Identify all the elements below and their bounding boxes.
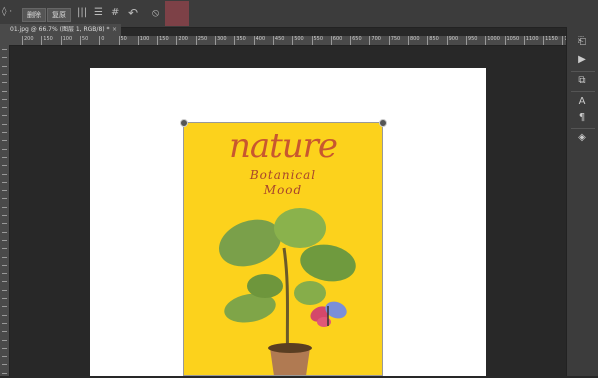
document-tab-title: 01.jpg @ 66.7% (图层 1, RGB/8) * xyxy=(10,26,110,33)
ruler-tick xyxy=(2,322,7,324)
ruler-tick xyxy=(2,264,7,266)
ruler-tick: 250 xyxy=(195,36,207,45)
ruler-tick: 900 xyxy=(446,36,458,45)
ruler-tick: 400 xyxy=(253,36,265,45)
ruler-tick xyxy=(2,156,7,158)
ruler-tick: 800 xyxy=(408,36,420,45)
ruler-tick xyxy=(2,107,7,109)
grid-lines-icon[interactable]: ||| xyxy=(77,7,87,19)
vertical-ruler[interactable] xyxy=(0,45,10,376)
tool-preset-dropdown[interactable]: ◊ · xyxy=(2,7,12,17)
horizontal-ruler[interactable]: 200 150 100 50 0 50 100 150 200 250 300 350 400 450 50… xyxy=(0,36,566,46)
ruler-tick xyxy=(2,298,7,299)
ruler-tick xyxy=(2,364,7,366)
panel-separator xyxy=(571,91,595,92)
ruler-tick: 450 xyxy=(272,36,284,45)
ruler-tick: 50 xyxy=(79,36,88,45)
layers-icon[interactable]: ⧉ xyxy=(575,74,589,88)
ruler-tick xyxy=(2,206,7,208)
transform-handle-top-left[interactable] xyxy=(180,119,188,127)
ruler-tick xyxy=(2,132,7,133)
ruler-tick: 350 xyxy=(234,36,246,45)
ruler-tick xyxy=(2,140,7,142)
undo-icon[interactable]: ↶ xyxy=(128,7,138,19)
ruler-tick xyxy=(2,215,7,216)
ruler-tick xyxy=(2,347,7,349)
delete-button[interactable]: 删除 xyxy=(22,8,46,22)
ruler-tick: 1050 xyxy=(504,36,519,45)
ruler-tick: 850 xyxy=(427,36,439,45)
ruler-tick: 700 xyxy=(369,36,381,45)
ruler-tick xyxy=(2,165,7,167)
ruler-tick: 750 xyxy=(388,36,400,45)
ruler-tick xyxy=(2,372,7,374)
grid-icon[interactable]: # xyxy=(111,7,119,19)
cancel-icon[interactable]: ⦸ xyxy=(152,7,159,19)
character-icon[interactable]: A xyxy=(575,95,589,109)
history-icon[interactable]: ⎗ xyxy=(575,35,589,49)
ruler-tick xyxy=(2,273,7,275)
ruler-tick: 100 xyxy=(137,36,149,45)
ruler-tick xyxy=(2,115,7,117)
ruler-tick xyxy=(2,339,7,341)
ruler-tick: 300 xyxy=(215,36,227,45)
play-icon[interactable]: ▶ xyxy=(575,53,589,67)
ruler-tick xyxy=(2,289,7,291)
ruler-tick: 550 xyxy=(311,36,323,45)
ruler-tick xyxy=(2,314,7,316)
ruler-tick xyxy=(2,49,7,50)
right-panel-dock: ⎗ ▶ ⧉ A ¶ ◈ xyxy=(566,27,598,376)
ruler-tick: 1100 xyxy=(523,36,539,45)
ruler-tick: 50 xyxy=(118,36,127,45)
reset-button[interactable]: 复原 xyxy=(47,8,71,22)
close-icon[interactable]: × xyxy=(112,24,117,36)
document-tab[interactable]: 01.jpg @ 66.7% (图层 1, RGB/8) * × xyxy=(0,24,121,36)
transform-bounding-box[interactable] xyxy=(183,122,383,376)
ruler-tick xyxy=(2,173,7,175)
ruler-tick xyxy=(2,98,7,100)
ruler-tick xyxy=(2,306,7,308)
ruler-tick xyxy=(2,256,7,258)
ruler-tick: 1000 xyxy=(485,36,500,45)
panel-separator xyxy=(571,71,595,72)
ruler-tick: 100 xyxy=(60,36,72,45)
adjust-icon[interactable]: ◈ xyxy=(575,131,589,145)
transform-handle-top-right[interactable] xyxy=(379,119,387,127)
ruler-tick xyxy=(2,82,7,84)
panel-separator xyxy=(571,128,595,129)
paragraph-icon[interactable]: ¶ xyxy=(575,111,589,125)
ruler-tick xyxy=(2,223,7,225)
ruler-tick: 200 xyxy=(176,36,188,45)
ruler-tick xyxy=(2,123,7,125)
ruler-tick: 950 xyxy=(465,36,477,45)
color-swatch[interactable] xyxy=(165,1,189,26)
ruler-tick xyxy=(2,231,7,233)
ruler-tick xyxy=(2,73,7,75)
ruler-tick xyxy=(2,248,7,250)
ruler-tick xyxy=(2,90,7,92)
ruler-tick: 1150 xyxy=(543,36,558,45)
ruler-tick xyxy=(2,181,7,183)
ruler-tick xyxy=(2,190,7,192)
ruler-tick: 600 xyxy=(330,36,342,45)
ruler-tick xyxy=(2,281,7,283)
ruler-tick xyxy=(2,331,7,333)
ruler-tick: 150 xyxy=(157,36,169,45)
ruler-tick: 500 xyxy=(292,36,304,45)
ruler-tick: 0 xyxy=(99,36,104,45)
rows-icon[interactable]: ☰ xyxy=(94,7,103,19)
ruler-tick: 150 xyxy=(41,36,53,45)
ruler-tick xyxy=(2,65,7,67)
ruler-tick xyxy=(2,239,7,241)
ruler-tick xyxy=(2,198,7,200)
ruler-tick xyxy=(2,57,7,59)
ruler-tick xyxy=(2,148,7,150)
ruler-tick: 650 xyxy=(350,36,362,45)
ruler-tick xyxy=(2,356,7,358)
ruler-tick: 200 xyxy=(22,36,34,45)
